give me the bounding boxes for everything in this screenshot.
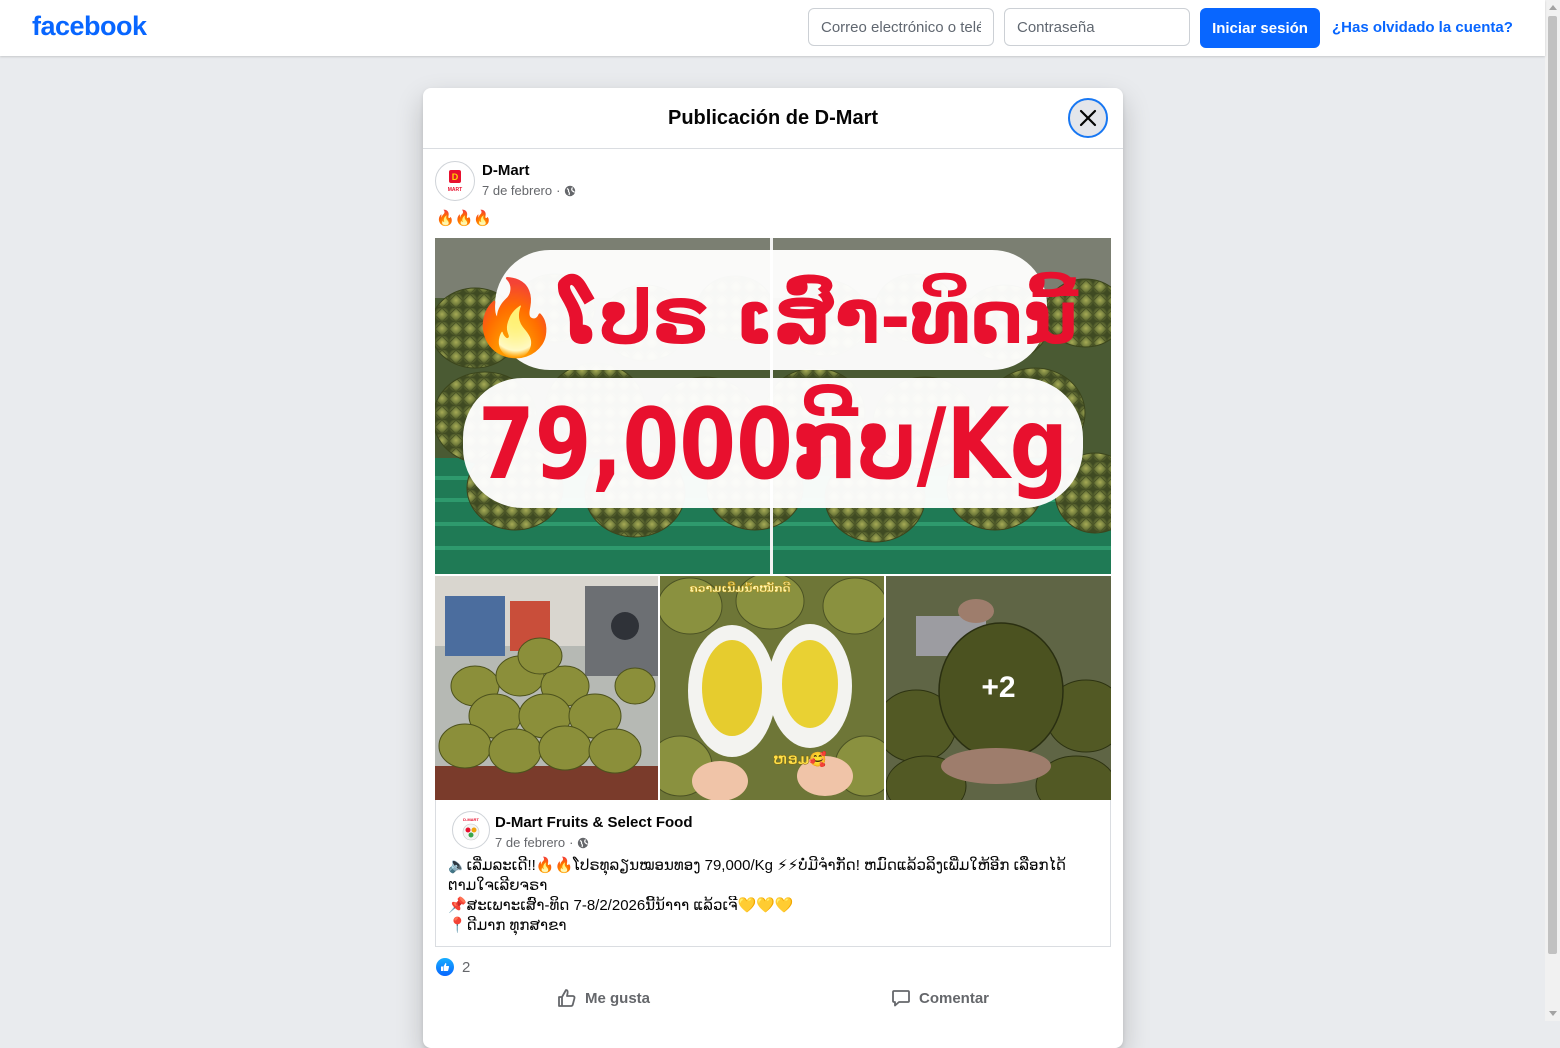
shared-post-date[interactable]: 7 de febrero	[495, 835, 565, 850]
post-meta: 7 de febrero ·	[482, 183, 576, 198]
banner-line-1: 🔥ໂປຣ ເສົາ-ທິດນີ້	[469, 271, 1079, 361]
shared-post-meta: 7 de febrero ·	[495, 835, 589, 850]
like-button[interactable]: Me gusta	[557, 986, 650, 1010]
login-button[interactable]: Iniciar sesión	[1200, 8, 1320, 48]
shared-post-text: 🔈ເລີ່ມລະເດີ!!🔥🔥ໂປຣທຸລຽນໝອນທອງ 79,000/Kg …	[448, 856, 1098, 936]
post-text: 🔥🔥🔥	[436, 210, 493, 227]
d-mart-fruits-logo-icon: D-MART	[462, 817, 479, 841]
comment-icon	[892, 990, 910, 1007]
shared-text-line-3: 📌ສະເພາະເສົາ-ທິດ 7-8/2/2026ນີ້ນ້າາາ ແລ້ວເ…	[448, 897, 794, 914]
forgot-account-link[interactable]: ¿Has olvidado la cuenta?	[1332, 19, 1513, 36]
photo-thumb-2[interactable]: ຄວາມເນີ້ມນ້ຳໜັກດີ ຫອມ🥰	[660, 576, 884, 800]
like-label: Me gusta	[585, 989, 651, 1007]
durian-promo-image: 🔥ໂປຣ ເສົາ-ທິດນີ້ 79,000ກີບ/Kg	[435, 238, 1111, 574]
close-icon	[1079, 109, 1097, 127]
thumb-2-caption-bottom: ຫອມ🥰	[773, 750, 827, 768]
post-dialog: Publicación de D-Mart D MART D-Mart 7 de…	[423, 88, 1123, 1048]
shared-post[interactable]: D-MART D-Mart Fruits & Select Food 7 de …	[435, 800, 1111, 947]
facebook-logo[interactable]: facebook	[32, 11, 147, 42]
d-mart-logo-icon: D MART	[446, 170, 464, 193]
photo-thumb-1[interactable]	[435, 576, 658, 800]
like-icon	[436, 958, 454, 976]
shared-text-line-2: ຕາມໃຈເລີຍຈຣາ	[448, 877, 548, 894]
shared-text-line-4: 📍ດີມາກ ທຸກສາຂາ	[448, 917, 567, 934]
shared-author-avatar[interactable]: D-MART	[452, 811, 490, 849]
shared-author-name[interactable]: D-Mart Fruits & Select Food	[495, 814, 693, 831]
author-avatar[interactable]: D MART	[435, 161, 475, 201]
svg-text:MART: MART	[448, 187, 462, 193]
reactions-summary[interactable]: 2	[436, 958, 470, 976]
reaction-count[interactable]: 2	[462, 959, 470, 976]
scroll-up-icon[interactable]	[1549, 5, 1557, 10]
svg-text:D-MART: D-MART	[463, 817, 479, 822]
photo-banner[interactable]: 🔥ໂປຣ ເສົາ-ທິດນີ້ 79,000ກີບ/Kg	[435, 238, 1111, 574]
durian-flesh-image: ຄວາມເນີ້ມນ້ຳໜັກດີ ຫອມ🥰	[660, 576, 884, 800]
scrollbar-thumb[interactable]	[1548, 16, 1557, 954]
password-field[interactable]	[1004, 8, 1190, 46]
dialog-header: Publicación de D-Mart	[423, 88, 1123, 149]
meta-separator: ·	[556, 183, 561, 198]
shared-meta-separator: ·	[569, 835, 574, 850]
post-author-name[interactable]: D-Mart	[482, 162, 530, 179]
email-field[interactable]	[808, 8, 994, 46]
photo-thumb-3-more[interactable]: +2	[886, 576, 1111, 800]
shared-text-line-1: 🔈ເລີ່ມລະເດີ!!🔥🔥ໂປຣທຸລຽນໝອນທອງ 79,000/Kg …	[448, 857, 1066, 874]
more-photos-count: +2	[981, 671, 1016, 704]
svg-text:D: D	[452, 172, 459, 182]
comment-button[interactable]: Comentar	[891, 986, 989, 1010]
top-navigation-bar: facebook Iniciar sesión ¿Has olvidado la…	[0, 0, 1545, 56]
post-photo-grid: 🔥ໂປຣ ເສົາ-ທິດນີ້ 79,000ກີບ/Kg	[435, 238, 1111, 800]
thumb-2-caption-top: ຄວາມເນີ້ມນ້ຳໜັກດີ	[689, 581, 791, 595]
durian-store-image	[435, 576, 658, 800]
globe-icon	[565, 185, 576, 196]
close-button[interactable]	[1068, 98, 1108, 138]
post-date[interactable]: 7 de febrero	[482, 183, 552, 198]
scroll-down-icon[interactable]	[1549, 1011, 1557, 1016]
banner-line-2: 79,000ກີບ/Kg	[478, 384, 1068, 502]
globe-icon	[578, 837, 589, 848]
dialog-title: Publicación de D-Mart	[667, 107, 879, 129]
thumbs-up-icon	[558, 989, 576, 1007]
comment-label: Comentar	[919, 989, 990, 1007]
